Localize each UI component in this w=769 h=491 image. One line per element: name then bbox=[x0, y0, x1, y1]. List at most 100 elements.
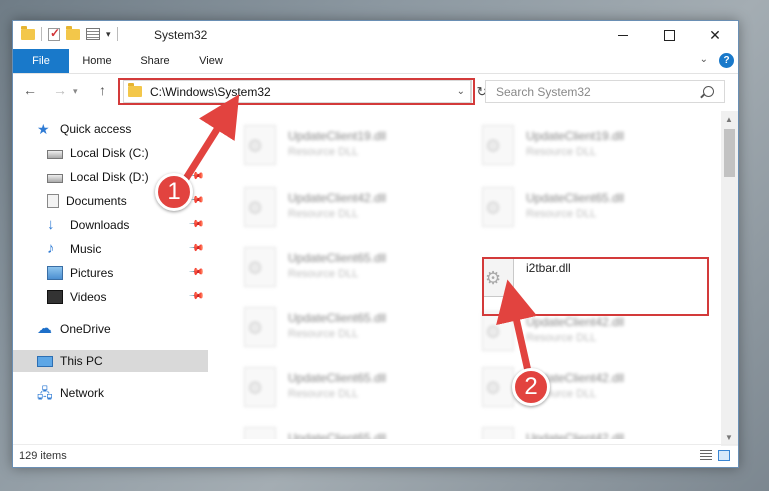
scroll-down-icon[interactable]: ▼ bbox=[725, 433, 733, 442]
file-item[interactable]: UpdateClient42.dll Resource DLL bbox=[226, 181, 456, 237]
file-item[interactable]: UpdateClient65.dll Resource DLL bbox=[226, 241, 456, 297]
file-item[interactable]: UpdateClient42.dll Resource DLL bbox=[464, 361, 694, 417]
file-item[interactable]: UpdateClient65.dll Resource DLL bbox=[226, 301, 456, 357]
network-icon: 🖧 bbox=[37, 385, 53, 401]
search-icon[interactable] bbox=[703, 86, 714, 97]
file-type: Resource DLL bbox=[288, 146, 359, 158]
dll-file-icon bbox=[482, 367, 514, 407]
file-type: Resource DLL bbox=[526, 146, 597, 158]
ribbon-tabs: File Home Share View ⌄ ? bbox=[13, 49, 738, 74]
vertical-scrollbar[interactable]: ▲ ▼ bbox=[721, 111, 738, 446]
file-name: UpdateClient19.dll bbox=[288, 129, 387, 143]
properties-check-icon[interactable] bbox=[48, 26, 60, 41]
file-type: Resource DLL bbox=[526, 208, 597, 220]
minimize-icon bbox=[618, 34, 628, 36]
large-icons-view-icon[interactable] bbox=[718, 450, 730, 461]
sidebar-item-local-disk-c[interactable]: Local Disk (C:) bbox=[13, 142, 208, 164]
view-options-icon[interactable] bbox=[86, 28, 100, 40]
file-name: UpdateClient19.dll bbox=[526, 129, 625, 143]
navigation-bar: ← → ▾ ↑ C:\Windows\System32 ⌄ ↻ bbox=[13, 74, 738, 110]
disk-icon bbox=[47, 174, 63, 183]
file-item[interactable]: UpdateClient65.dll Resource DLL bbox=[226, 421, 456, 439]
dll-file-icon bbox=[244, 427, 276, 439]
toolbar-separator bbox=[116, 27, 118, 41]
address-highlight-box bbox=[118, 78, 475, 105]
pin-icon[interactable]: 📌 bbox=[187, 216, 204, 233]
details-view-icon[interactable] bbox=[700, 450, 712, 461]
sidebar-item-label: Local Disk (C:) bbox=[70, 146, 149, 160]
sidebar-item-label: Quick access bbox=[60, 122, 132, 136]
pictures-icon bbox=[47, 266, 63, 280]
expand-ribbon-chevron-down-icon[interactable]: ⌄ bbox=[700, 54, 708, 65]
disk-icon bbox=[47, 150, 63, 159]
search-box[interactable] bbox=[485, 80, 725, 103]
dll-file-icon bbox=[244, 367, 276, 407]
recent-locations-chevron-down-icon[interactable]: ▾ bbox=[73, 86, 78, 97]
sidebar-item-label: This PC bbox=[60, 354, 103, 368]
tab-share[interactable]: Share bbox=[133, 49, 177, 73]
toolbar-separator bbox=[41, 27, 42, 41]
sidebar-item-label: Downloads bbox=[70, 218, 130, 232]
step-2-badge: 2 bbox=[512, 368, 550, 406]
help-icon[interactable]: ? bbox=[719, 53, 734, 68]
file-name: UpdateClient65.dll bbox=[288, 371, 387, 385]
title-bar: ▾ System32 ✕ bbox=[13, 21, 738, 49]
close-button[interactable]: ✕ bbox=[692, 21, 738, 49]
dll-file-icon bbox=[244, 125, 276, 165]
new-folder-icon[interactable] bbox=[66, 25, 80, 40]
file-item[interactable]: UpdateClient65.dll Resource DLL bbox=[226, 361, 456, 417]
videos-icon bbox=[47, 290, 63, 304]
file-type: Resource DLL bbox=[288, 328, 359, 340]
item-count: 129 items bbox=[19, 450, 67, 462]
file-name: UpdateClient65.dll bbox=[288, 431, 387, 439]
maximize-button[interactable] bbox=[646, 21, 692, 49]
folder-icon[interactable] bbox=[21, 25, 35, 40]
sidebar-item-videos[interactable]: Videos 📌 bbox=[13, 286, 208, 308]
sidebar-item-network[interactable]: 🖧 Network bbox=[13, 382, 208, 404]
sidebar-item-downloads[interactable]: ↓ Downloads 📌 bbox=[13, 214, 208, 236]
sidebar-item-this-pc[interactable]: This PC bbox=[13, 350, 208, 372]
pin-icon[interactable]: 📌 bbox=[187, 288, 204, 305]
minimize-button[interactable] bbox=[600, 21, 646, 49]
cloud-icon: ☁ bbox=[37, 320, 52, 337]
download-icon: ↓ bbox=[47, 216, 55, 233]
dll-file-icon bbox=[482, 427, 514, 439]
sidebar-item-label: Pictures bbox=[70, 266, 114, 280]
scroll-up-icon[interactable]: ▲ bbox=[725, 115, 733, 124]
sidebar-item-quick-access[interactable]: ★ Quick access bbox=[13, 118, 208, 140]
file-item[interactable]: UpdateClient65.dll Resource DLL bbox=[464, 181, 694, 237]
navigation-pane: ★ Quick access Local Disk (C:) Local Dis… bbox=[13, 111, 208, 439]
computer-icon bbox=[37, 355, 53, 367]
file-item[interactable]: UpdateClient19.dll Resource DLL bbox=[226, 119, 456, 175]
dll-file-icon bbox=[482, 187, 514, 227]
file-type: Resource DLL bbox=[288, 268, 359, 280]
sidebar-item-label: Music bbox=[70, 242, 102, 256]
up-arrow-icon[interactable]: ↑ bbox=[99, 82, 106, 98]
tab-file[interactable]: File bbox=[13, 49, 69, 73]
tab-view[interactable]: View bbox=[189, 49, 233, 73]
dll-file-icon bbox=[482, 125, 514, 165]
dll-file-icon bbox=[244, 247, 276, 287]
tab-home[interactable]: Home bbox=[75, 49, 119, 73]
file-explorer-window: ▾ System32 ✕ File Home Share View ⌄ ? ← … bbox=[12, 20, 739, 468]
file-name: UpdateClient42.dll bbox=[288, 191, 387, 205]
file-name: UpdateClient42.dll bbox=[526, 431, 625, 439]
back-arrow-icon[interactable]: ← bbox=[23, 82, 37, 98]
sidebar-item-pictures[interactable]: Pictures 📌 bbox=[13, 262, 208, 284]
dll-file-icon bbox=[244, 307, 276, 347]
sidebar-item-label: Videos bbox=[70, 290, 107, 304]
sidebar-item-onedrive[interactable]: ☁ OneDrive bbox=[13, 318, 208, 340]
file-item[interactable]: UpdateClient19.dll Resource DLL bbox=[464, 119, 694, 175]
customize-toolbar-chevron-down-icon[interactable]: ▾ bbox=[106, 29, 111, 40]
status-bar: 129 items bbox=[13, 444, 738, 467]
file-item[interactable]: UpdateClient42.dll Resource DLL bbox=[464, 421, 694, 439]
pin-icon[interactable]: 📌 bbox=[187, 264, 204, 281]
sidebar-item-label: Network bbox=[60, 386, 105, 400]
sidebar-item-music[interactable]: ♪ Music 📌 bbox=[13, 238, 208, 260]
file-list: UpdateClient19.dll Resource DLL UpdateCl… bbox=[218, 111, 723, 439]
scrollbar-thumb[interactable] bbox=[724, 129, 735, 177]
pin-icon[interactable]: 📌 bbox=[187, 240, 204, 257]
forward-arrow-icon[interactable]: → bbox=[53, 82, 67, 98]
search-input[interactable] bbox=[494, 83, 703, 100]
star-icon: ★ bbox=[37, 121, 50, 137]
